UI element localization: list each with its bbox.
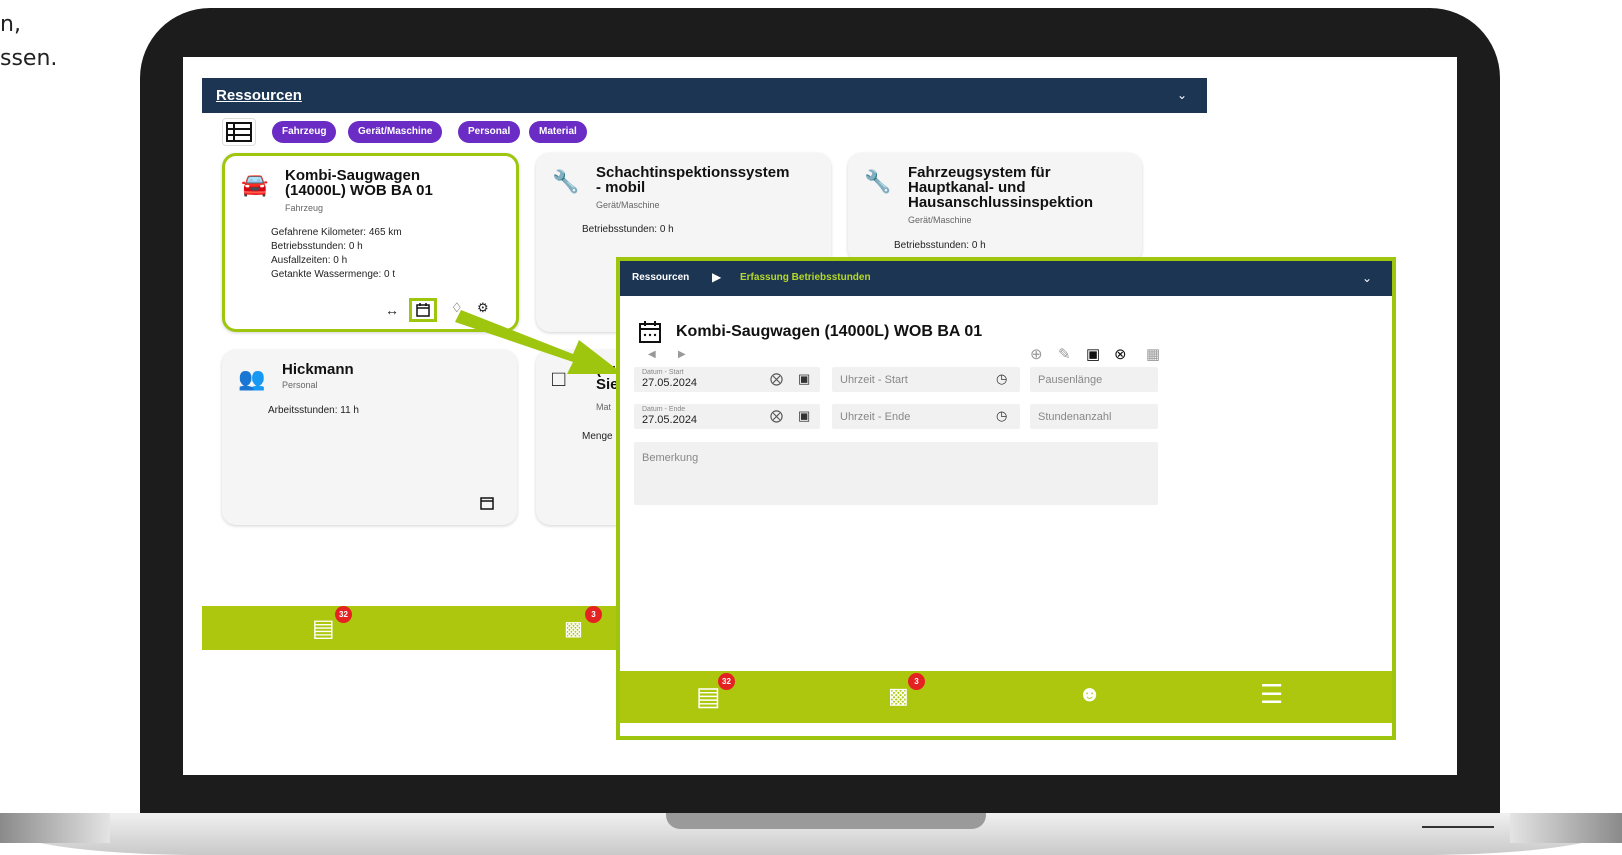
- ticket-icon[interactable]: ▩: [564, 616, 583, 641]
- calendar-icon[interactable]: [480, 496, 494, 513]
- dialog-title: Kombi-Saugwagen (14000L) WOB BA 01: [676, 323, 983, 340]
- resource-card-saugwagen[interactable]: 🚘 Kombi-Saugwagen (14000L) WOB BA 01 Fahr…: [222, 153, 519, 332]
- edit-icon[interactable]: ✎: [1058, 345, 1071, 363]
- prev-icon[interactable]: ◀: [648, 349, 656, 360]
- date-start-field[interactable]: Datum - Start 27.05.2024 ⨂ ▣: [634, 367, 820, 392]
- table-icon: [226, 122, 252, 142]
- laptop-base-left: [0, 813, 110, 843]
- cancel-icon[interactable]: ⊗: [1114, 345, 1127, 363]
- bottom-nav: ▤ 32 ▩ 3: [202, 606, 622, 650]
- clear-icon[interactable]: ⨂: [770, 371, 783, 387]
- laptop-base-right: [1510, 813, 1622, 843]
- hours-field[interactable]: Stundenanzahl: [1030, 404, 1158, 429]
- hours-dialog: Ressourcen ▶ Erfassung Betriebsstunden ⌄…: [616, 257, 1396, 740]
- calendar-icon[interactable]: ▣: [798, 408, 810, 424]
- calendar-icon: [638, 321, 662, 348]
- delete-icon[interactable]: ▦: [1146, 345, 1160, 363]
- calendar-button[interactable]: [409, 298, 437, 322]
- dialog-bottom-nav: ▤ 32 ▩ 3 ☻ ☰: [620, 671, 1392, 723]
- card-info-line: Getankte Wassermenge: 0 t: [271, 269, 396, 280]
- clear-icon[interactable]: ⨂: [770, 408, 783, 424]
- calendar-icon: [416, 303, 430, 317]
- people-icon: 👥: [238, 366, 266, 391]
- breadcrumb-root[interactable]: Ressourcen: [632, 272, 689, 283]
- resources-title[interactable]: Ressourcen: [216, 87, 302, 104]
- swap-icon[interactable]: ↔: [385, 302, 399, 318]
- chevron-down-icon[interactable]: ⌄: [1177, 88, 1187, 102]
- card-info-line: Ausfallzeiten: 0 h: [271, 255, 348, 266]
- ticket-icon[interactable]: ▩: [888, 683, 909, 709]
- next-icon[interactable]: ▶: [678, 349, 686, 360]
- filter-chip-material[interactable]: Material: [529, 121, 587, 143]
- ticket-badge: 3: [585, 606, 602, 623]
- time-end-field[interactable]: Uhrzeit - Ende ◷: [832, 404, 1020, 429]
- ticket-badge: 3: [908, 673, 925, 690]
- side-text-line1: n,: [0, 12, 21, 37]
- car-icon: 🚘: [241, 172, 269, 197]
- breadcrumb-arrow-icon: ▶: [712, 270, 722, 284]
- add-icon[interactable]: ⊕: [1030, 345, 1043, 363]
- inbox-icon[interactable]: ▤: [312, 614, 335, 643]
- inbox-badge: 32: [718, 673, 735, 690]
- time-start-field[interactable]: Uhrzeit - Start ◷: [832, 367, 1020, 392]
- card-info-line: Gefahrene Kilometer: 465 km: [271, 227, 402, 238]
- date-end-field[interactable]: Datum - Ende 27.05.2024 ⨂ ▣: [634, 404, 820, 429]
- side-text-line2: ssen.: [0, 46, 58, 71]
- wrench-icon: 🔧: [552, 169, 580, 194]
- inbox-badge: 32: [335, 606, 352, 623]
- laptop-indicator: [1422, 826, 1494, 828]
- wrench-icon: 🔧: [864, 169, 892, 194]
- inbox-icon[interactable]: ▤: [696, 681, 721, 712]
- resources-header: Ressourcen ⌄: [202, 78, 1207, 113]
- person-settings-icon[interactable]: ☻: [1078, 681, 1101, 707]
- resource-card-fahrzeugsystem[interactable]: 🔧 Fahrzeugsystem für Hauptkanal- und Hausa…: [848, 153, 1142, 263]
- chevron-down-icon[interactable]: ⌄: [1362, 271, 1372, 285]
- clock-icon[interactable]: ◷: [996, 408, 1007, 424]
- remark-field[interactable]: Bemerkung: [634, 442, 1158, 505]
- pointer-arrow: [455, 310, 623, 374]
- breadcrumb-current: Erfassung Betriebsstunden: [740, 272, 871, 283]
- pause-field[interactable]: Pausenlänge: [1030, 367, 1158, 392]
- card-info-line: Betriebsstunden: 0 h: [271, 241, 363, 252]
- filter-chip-personal[interactable]: Personal: [458, 121, 521, 143]
- table-view-button[interactable]: [222, 118, 256, 146]
- calendar-icon[interactable]: ▣: [798, 371, 810, 387]
- dialog-header: Ressourcen ▶ Erfassung Betriebsstunden ⌄: [620, 261, 1392, 296]
- save-icon[interactable]: ▣: [1086, 345, 1100, 363]
- laptop-notch: [666, 813, 986, 829]
- filter-chip-geraet[interactable]: Gerät/Maschine: [348, 121, 443, 143]
- list-icon[interactable]: ☰: [1260, 679, 1283, 710]
- filter-chip-fahrzeug[interactable]: Fahrzeug: [272, 121, 337, 143]
- clock-icon[interactable]: ◷: [996, 371, 1007, 387]
